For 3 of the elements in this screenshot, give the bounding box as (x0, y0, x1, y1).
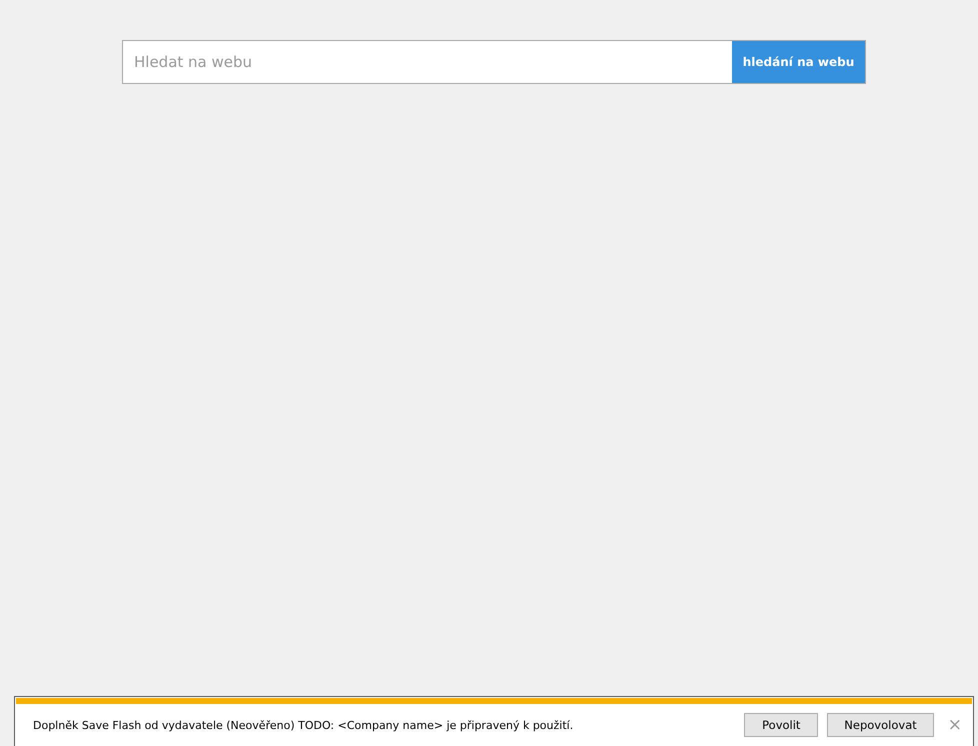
notification-message: Doplněk Save Flash od vydavatele (Neověřeno) TODO: <Company name> je připravený k použití. (33, 718, 574, 732)
notification-button[interactable]: Nepovolovat (827, 713, 934, 737)
notification-button[interactable]: Povolit (744, 713, 818, 737)
